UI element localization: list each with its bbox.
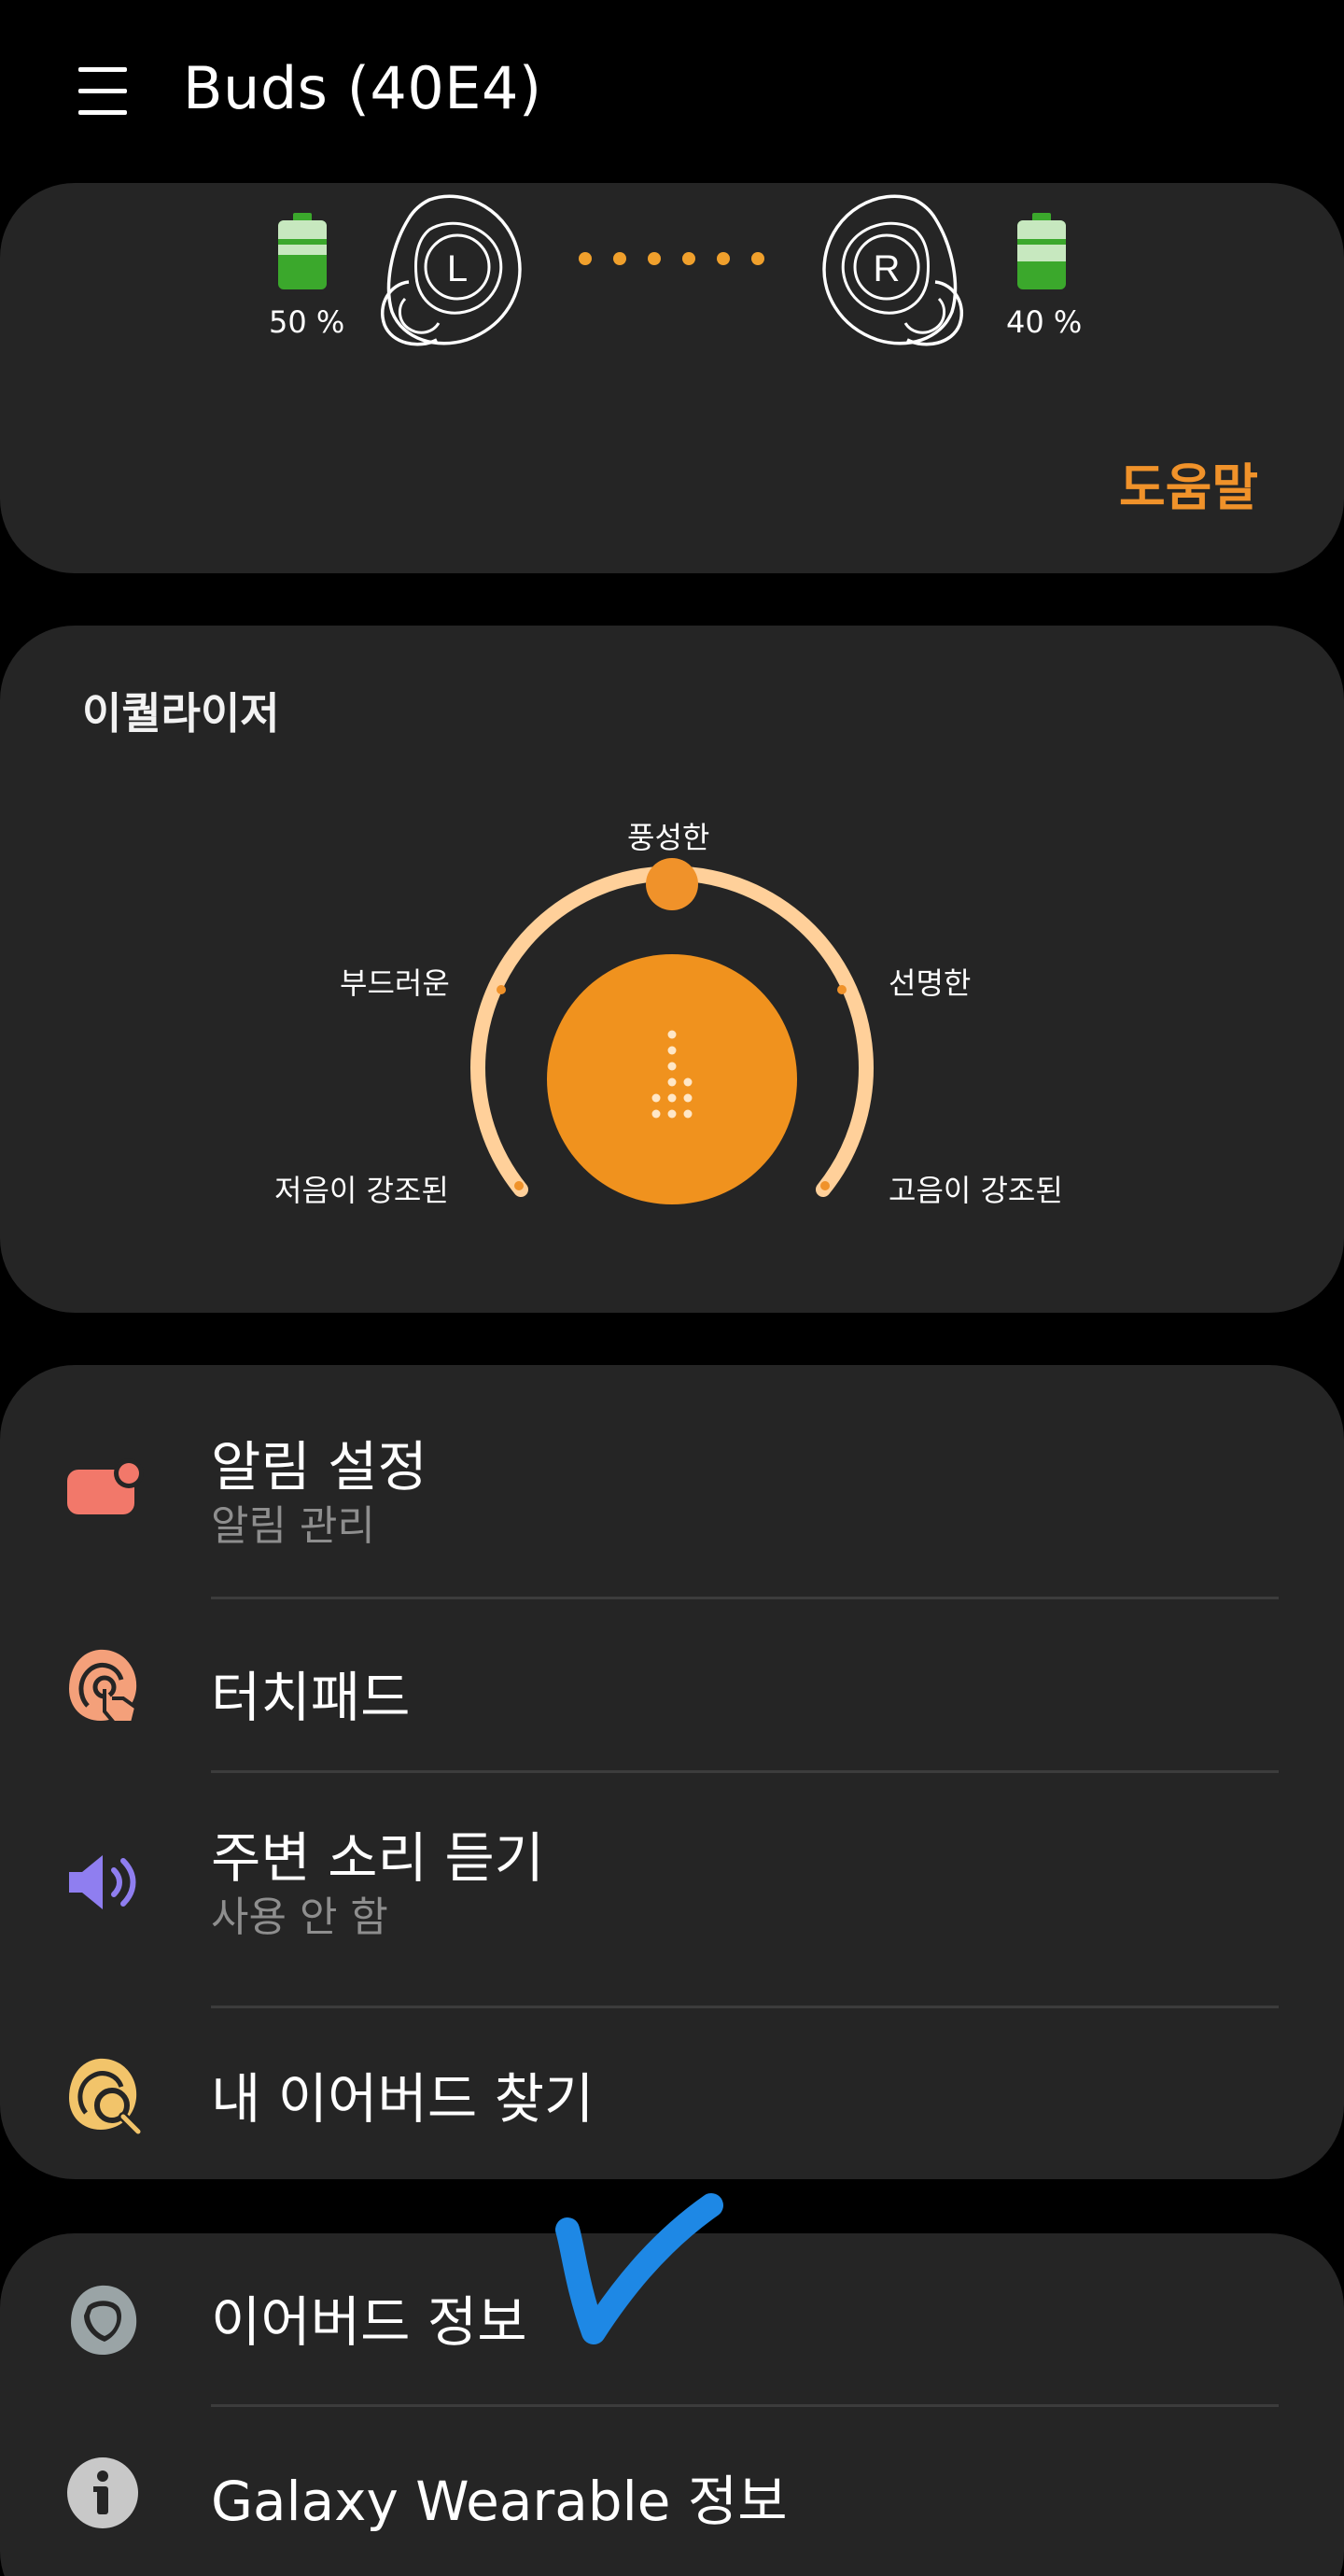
find-earbuds-icon [69, 2058, 143, 2136]
left-earbud-letter: L [447, 248, 468, 289]
eq-point-soft [497, 985, 506, 994]
info-icon [67, 2457, 138, 2528]
eq-label-bass-boost[interactable]: 저음이 강조된 [274, 1167, 449, 1210]
eq-label-soft[interactable]: 부드러운 [340, 960, 450, 1003]
page-title: Buds (40E4) [183, 54, 542, 122]
eq-label-clear[interactable]: 선명한 [889, 960, 971, 1003]
right-earbud-letter: R [874, 248, 901, 289]
earbud-info-icon [71, 2285, 137, 2355]
eq-label-dynamic[interactable]: 풍성한 [627, 814, 709, 857]
settings-list-card: 알림 설정 알림 관리 터치패드 주변 소리 듣기 사용 안 함 내 이어버드 … [0, 1365, 1344, 2179]
right-battery-icon [1015, 213, 1068, 289]
app-header: Buds (40E4) [0, 0, 1344, 183]
touchpad-title: 터치패드 [211, 1666, 411, 1729]
equalizer-selected-knob[interactable] [646, 858, 698, 910]
eq-point-treble-boost [820, 1181, 830, 1190]
ambient-sound-title: 주변 소리 듣기 [211, 1826, 545, 1890]
right-earbud-icon: R [822, 194, 963, 346]
find-earbuds-title: 내 이어버드 찾기 [211, 2067, 595, 2131]
left-battery-text: 50 % [269, 304, 345, 340]
ambient-sound-subtitle: 사용 안 함 [211, 1893, 388, 1941]
equalizer-dial[interactable] [0, 626, 1344, 1313]
help-link[interactable]: 도움말 [1119, 446, 1258, 520]
touchpad-item[interactable]: 터치패드 [0, 1599, 1344, 1772]
left-earbud-icon: L [381, 194, 522, 346]
notification-settings-item[interactable]: 알림 설정 알림 관리 [0, 1365, 1344, 1597]
equalizer-card: 이퀄라이저 풍성한 부드러운 선명한 저음이 강조된 고음이 강조된 [0, 626, 1344, 1313]
galaxy-wearable-info-title: Galaxy Wearable 정보 [211, 2470, 788, 2533]
earbuds-status-card: 50 % L R 40 % 도움말 [0, 183, 1344, 573]
notification-settings-title: 알림 설정 [211, 1435, 427, 1499]
eq-point-clear [837, 985, 847, 994]
ambient-sound-item[interactable]: 주변 소리 듣기 사용 안 함 [0, 1773, 1344, 2006]
earbuds-info-title: 이어버드 정보 [211, 2290, 527, 2354]
notification-settings-subtitle: 알림 관리 [211, 1502, 375, 1550]
touchpad-icon [69, 1649, 139, 1724]
eq-point-bass-boost [514, 1181, 524, 1190]
left-battery-icon [276, 213, 329, 289]
speaker-icon [69, 1855, 136, 1909]
right-battery-text: 40 % [1006, 304, 1083, 340]
eq-label-treble-boost[interactable]: 고음이 강조된 [889, 1167, 1063, 1210]
checkmark-icon [555, 2193, 723, 2344]
galaxy-wearable-info-item[interactable]: Galaxy Wearable 정보 [0, 2407, 1344, 2576]
notification-icon [67, 1458, 144, 1514]
find-earbuds-item[interactable]: 내 이어버드 찾기 [0, 2008, 1344, 2179]
hamburger-menu-icon[interactable] [75, 65, 131, 118]
